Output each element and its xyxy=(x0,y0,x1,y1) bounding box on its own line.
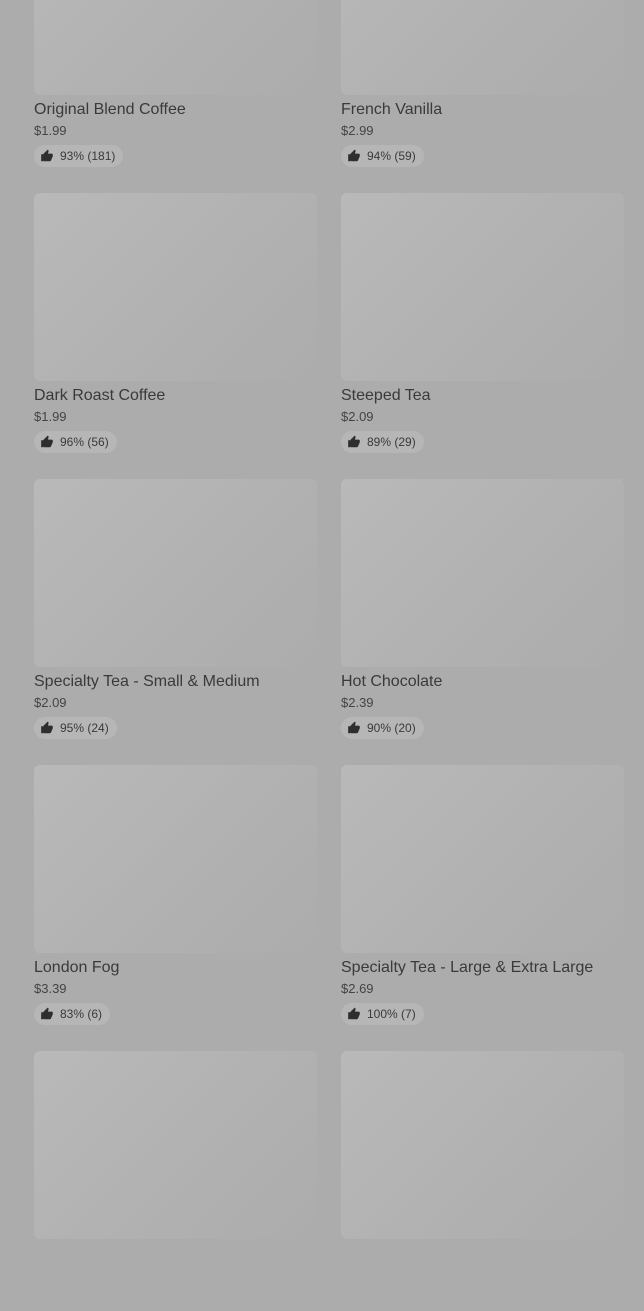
item-name: Specialty Tea - Large & Extra Large xyxy=(341,959,594,976)
item-image[interactable] xyxy=(341,193,624,381)
item-name: French Vanilla xyxy=(341,101,443,118)
item-name: Original Blend Coffee xyxy=(34,101,186,118)
thumbs-up-icon xyxy=(40,1007,54,1021)
item-price: $1.99 xyxy=(34,123,67,138)
thumbs-up-icon xyxy=(40,149,54,163)
item-image[interactable] xyxy=(34,0,317,95)
item-name: Steeped Tea xyxy=(341,387,431,404)
rating-text: 93% (181) xyxy=(60,149,116,163)
item-price: $2.39 xyxy=(341,695,374,710)
item-image[interactable] xyxy=(34,479,317,667)
menu-item-card[interactable]: Original Blend Coffee $1.99 93% (181) xyxy=(34,0,317,167)
rating-text: 100% (7) xyxy=(367,1007,416,1021)
rating-badge: 83% (6) xyxy=(34,1003,111,1025)
item-image[interactable] xyxy=(341,479,624,667)
thumbs-up-icon xyxy=(347,149,361,163)
item-image[interactable] xyxy=(34,1051,317,1239)
rating-badge: 90% (20) xyxy=(341,717,424,739)
thumbs-up-icon xyxy=(347,1007,361,1021)
rating-badge: 95% (24) xyxy=(34,717,117,739)
menu-item-card[interactable] xyxy=(341,1051,624,1311)
menu-item-card[interactable]: French Vanilla $2.99 94% (59) xyxy=(341,0,624,167)
rating-badge: 96% (56) xyxy=(34,431,117,453)
item-name: Specialty Tea - Small & Medium xyxy=(34,673,260,690)
item-name: Dark Roast Coffee xyxy=(34,387,166,404)
rating-badge: 100% (7) xyxy=(341,1003,424,1025)
menu-item-card[interactable]: Steeped Tea $2.09 89% (29) xyxy=(341,193,624,453)
rating-badge: 89% (29) xyxy=(341,431,424,453)
menu-item-card[interactable]: Specialty Tea - Large & Extra Large $2.6… xyxy=(341,765,624,1025)
rating-badge: 93% (181) xyxy=(34,145,124,167)
thumbs-up-icon xyxy=(40,721,54,735)
item-price: $2.09 xyxy=(34,695,67,710)
item-image[interactable] xyxy=(34,193,317,381)
item-price: $3.39 xyxy=(34,981,67,996)
menu-item-card[interactable]: London Fog $3.39 83% (6) xyxy=(34,765,317,1025)
thumbs-up-icon xyxy=(347,721,361,735)
rating-text: 95% (24) xyxy=(60,721,109,735)
menu-item-card[interactable] xyxy=(34,1051,317,1311)
item-image[interactable] xyxy=(341,1051,624,1239)
menu-item-card[interactable]: Specialty Tea - Small & Medium $2.09 95%… xyxy=(34,479,317,739)
menu-item-card[interactable]: Hot Chocolate $2.39 90% (20) xyxy=(341,479,624,739)
item-price: $2.09 xyxy=(341,409,374,424)
rating-text: 89% (29) xyxy=(367,435,416,449)
item-price: $1.99 xyxy=(34,409,67,424)
menu-item-card[interactable]: Dark Roast Coffee $1.99 96% (56) xyxy=(34,193,317,453)
item-image[interactable] xyxy=(341,765,624,953)
menu-item-grid: Original Blend Coffee $1.99 93% (181) Fr… xyxy=(34,0,624,1311)
item-price: $2.99 xyxy=(341,123,374,138)
thumbs-up-icon xyxy=(40,435,54,449)
item-price: $2.69 xyxy=(341,981,374,996)
item-name: Hot Chocolate xyxy=(341,673,443,690)
rating-text: 83% (6) xyxy=(60,1007,103,1021)
rating-badge: 94% (59) xyxy=(341,145,424,167)
item-image[interactable] xyxy=(341,0,624,95)
rating-text: 90% (20) xyxy=(367,721,416,735)
rating-text: 96% (56) xyxy=(60,435,109,449)
thumbs-up-icon xyxy=(347,435,361,449)
item-image[interactable] xyxy=(34,765,317,953)
rating-text: 94% (59) xyxy=(367,149,416,163)
item-name: London Fog xyxy=(34,959,120,976)
